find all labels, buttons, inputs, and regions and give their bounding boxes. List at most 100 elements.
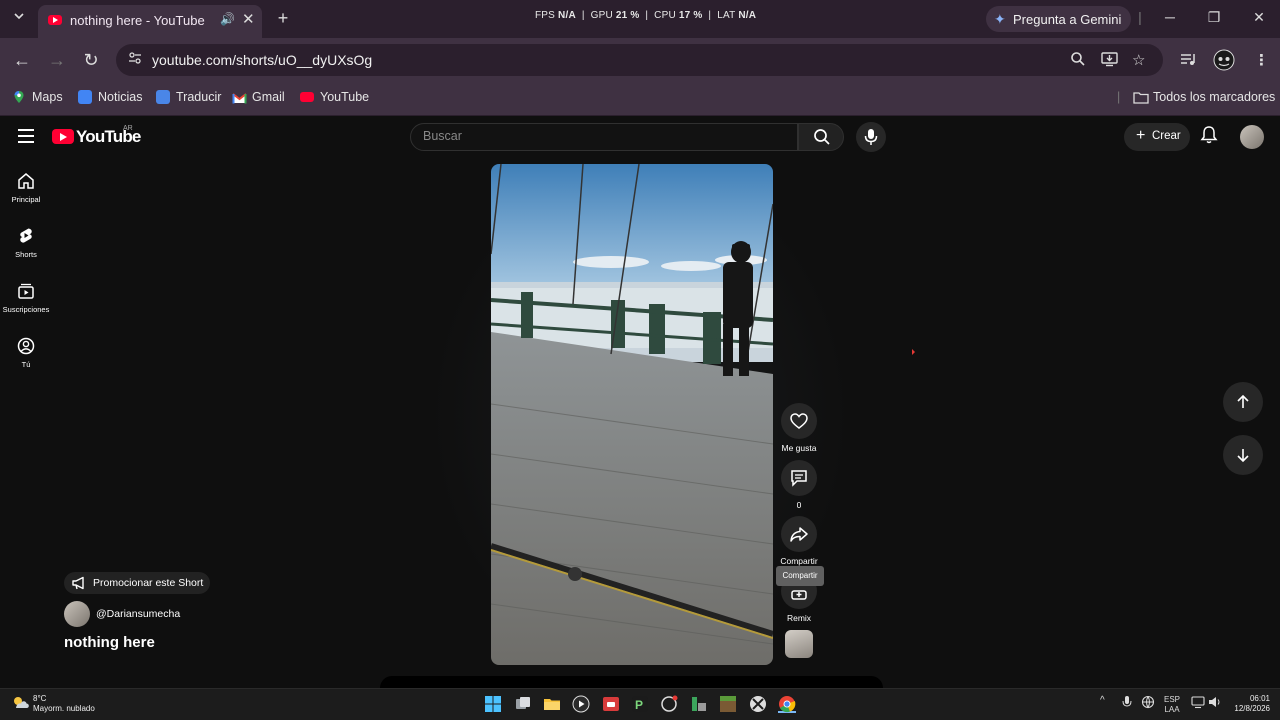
rail-label-subscriptions: Suscripciones xyxy=(2,305,50,314)
tray-display-icon[interactable] xyxy=(1191,695,1205,711)
tray-mic-icon[interactable] xyxy=(1122,695,1132,711)
gemini-sparkle-icon: ✦ xyxy=(994,11,1006,27)
rail-item-you[interactable]: Tú xyxy=(0,337,52,369)
gpu-value: 21 % xyxy=(615,10,640,21)
bookmark-news[interactable]: Noticias xyxy=(78,90,142,104)
bookmark-star-icon[interactable]: ☆ xyxy=(1132,51,1145,69)
youtube-play-icon xyxy=(52,129,74,144)
you-icon xyxy=(17,337,35,355)
app-tools-icon[interactable] xyxy=(690,695,708,713)
sound-thumbnail[interactable] xyxy=(785,630,813,658)
gmail-icon xyxy=(232,92,247,106)
folder-icon xyxy=(1133,91,1149,105)
gemini-label: Pregunta a Gemini xyxy=(1013,12,1122,27)
file-explorer-icon[interactable] xyxy=(543,695,561,713)
tab-close-icon[interactable]: ✕ xyxy=(242,10,255,28)
task-view-icon[interactable] xyxy=(514,695,532,713)
search-button[interactable] xyxy=(798,123,844,151)
bookmark-gmail[interactable]: Gmail xyxy=(232,90,285,106)
profile-avatar-icon[interactable] xyxy=(1213,49,1235,75)
promote-short-button[interactable]: Promocionar este Short xyxy=(64,572,210,594)
gemini-button[interactable]: ✦ Pregunta a Gemini xyxy=(986,6,1131,32)
weather-widget[interactable]: 8°C Mayorm. nublado xyxy=(33,694,95,714)
bookmarks-bar: Maps Noticias Traducir Gmail YouTube | T… xyxy=(0,82,1280,116)
rail-item-subscriptions[interactable]: Suscripciones xyxy=(0,282,52,314)
keyboard-language[interactable]: ESP LAA xyxy=(1164,695,1180,715)
notifications-icon[interactable] xyxy=(1199,125,1221,147)
video-bottom-bar xyxy=(380,676,883,688)
forward-icon[interactable]: → xyxy=(46,50,68,70)
url-text[interactable]: youtube.com/shorts/uO__dyUXsOg xyxy=(152,52,372,68)
maps-pin-icon xyxy=(12,90,26,104)
bookmark-news-label: Noticias xyxy=(98,90,143,104)
chrome-icon[interactable] xyxy=(778,695,796,713)
search-icon xyxy=(814,129,830,145)
clock-date: 12/8/2026 xyxy=(1234,704,1270,713)
tab-title: nothing here - YouTube xyxy=(70,13,205,28)
bookmark-youtube[interactable]: YouTube xyxy=(300,90,369,104)
all-bookmarks[interactable]: Todos los marcadores xyxy=(1133,90,1275,105)
search-box[interactable] xyxy=(410,123,798,151)
weather-cloud-icon[interactable] xyxy=(11,695,31,709)
tab-search-button[interactable] xyxy=(10,9,28,27)
create-button[interactable]: + Crear xyxy=(1124,123,1190,151)
subscriptions-icon xyxy=(18,283,34,299)
megaphone-icon xyxy=(72,576,84,590)
share-label: Compartir xyxy=(780,556,818,566)
channel-avatar[interactable] xyxy=(64,601,90,627)
chevron-down-icon xyxy=(14,13,24,20)
zoom-icon[interactable] xyxy=(1070,51,1086,71)
share-button[interactable] xyxy=(781,516,817,552)
account-avatar[interactable] xyxy=(1240,125,1264,149)
tray-chevron-icon[interactable]: ^ xyxy=(1100,695,1105,706)
youtube-header: YouTube AR + Crear xyxy=(0,117,1280,157)
reload-icon[interactable]: ↻ xyxy=(80,50,102,70)
start-icon[interactable] xyxy=(484,695,502,713)
tray-network-icon[interactable] xyxy=(1141,695,1155,711)
next-short-button[interactable] xyxy=(1223,435,1263,475)
media-player-icon[interactable] xyxy=(572,695,590,713)
comment-icon xyxy=(791,470,807,487)
app-p-icon[interactable]: P xyxy=(631,695,649,713)
cpu-value: 17 % xyxy=(678,10,703,21)
performance-overlay: FPS N/A | GPU 21 % | CPU 17 % | LAT N/A xyxy=(535,10,757,21)
chatgpt-icon[interactable] xyxy=(660,695,678,713)
bookmark-maps[interactable]: Maps xyxy=(12,90,63,104)
bookmark-translate[interactable]: Traducir xyxy=(156,90,221,104)
tray-volume-icon[interactable] xyxy=(1208,695,1222,711)
system-clock[interactable]: 06:01 12/8/2026 xyxy=(1230,694,1270,714)
youtube-icon xyxy=(300,92,314,102)
window-close-icon[interactable]: ✕ xyxy=(1249,9,1269,26)
like-label: Me gusta xyxy=(781,443,817,453)
back-icon[interactable]: ← xyxy=(11,50,33,70)
rail-item-shorts[interactable]: Shorts xyxy=(0,227,52,259)
voice-search-button[interactable] xyxy=(856,122,886,152)
plus-icon: + xyxy=(1136,127,1146,144)
bookmark-gmail-label: Gmail xyxy=(252,90,285,104)
previous-short-button[interactable] xyxy=(1223,382,1263,422)
browser-tab[interactable]: nothing here - YouTube 🔊 ✕ xyxy=(38,5,262,38)
media-controls-icon[interactable] xyxy=(1180,51,1197,71)
menu-icon[interactable] xyxy=(18,129,34,143)
weather-temp: 8°C xyxy=(33,694,47,703)
all-bookmarks-label: Todos los marcadores xyxy=(1153,90,1276,104)
minecraft-icon[interactable] xyxy=(719,695,737,713)
browser-menu-icon[interactable]: ⋮ xyxy=(1254,51,1269,69)
fps-label: FPS xyxy=(535,10,556,21)
channel-name[interactable]: @Dariansumecha xyxy=(96,608,180,620)
install-app-icon[interactable] xyxy=(1101,51,1118,71)
restore-icon[interactable]: ❐ xyxy=(1204,9,1224,26)
layout-code: LAA xyxy=(1164,705,1180,714)
site-info-icon[interactable] xyxy=(124,50,146,70)
new-tab-button[interactable]: + xyxy=(274,8,292,29)
address-bar[interactable]: youtube.com/shorts/uO__dyUXsOg ☆ xyxy=(116,44,1163,76)
tab-audio-icon[interactable]: 🔊 xyxy=(220,12,235,26)
minimize-icon[interactable]: ─ xyxy=(1160,9,1180,25)
game-app-icon[interactable] xyxy=(602,695,620,713)
rail-item-home[interactable]: Principal xyxy=(0,172,52,204)
like-button[interactable] xyxy=(781,403,817,439)
xbox-icon[interactable] xyxy=(749,695,767,713)
search-input[interactable] xyxy=(423,129,783,143)
short-video-player[interactable] xyxy=(491,164,773,665)
comments-button[interactable] xyxy=(781,460,817,496)
